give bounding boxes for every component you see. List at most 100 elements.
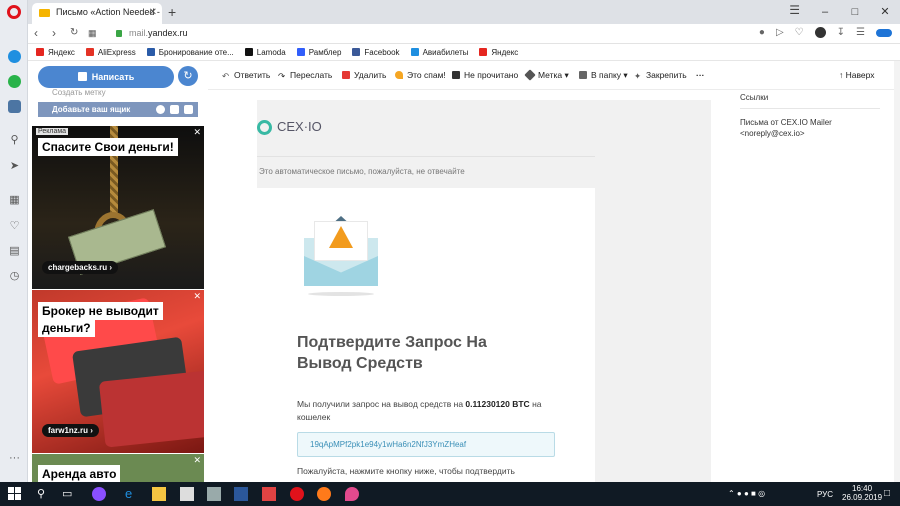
lamoda-icon [244, 48, 253, 56]
move-to-folder-button[interactable]: В папку ▾ [579, 70, 628, 81]
tab-menu-icon[interactable]: ☰ [789, 3, 800, 17]
bookmark-item[interactable]: Яндекс [36, 48, 75, 57]
wallet-address-box[interactable]: 19qApMPf2pk1e94y1wHa6n2NfJ3YmZHeaf [297, 432, 555, 457]
vpn-icon[interactable] [814, 27, 826, 38]
folder-icon [579, 71, 587, 79]
keyboard-language[interactable]: РУС [817, 490, 833, 499]
lock-icon [116, 30, 122, 37]
task-view-icon[interactable]: ▭ [62, 487, 72, 500]
search-icon[interactable]: ⚲ [37, 487, 45, 500]
tray-icons[interactable]: ⌃ ● ● ■ ◎ [728, 489, 765, 498]
close-icon[interactable]: ✕ [193, 455, 201, 466]
back-icon[interactable]: ‹ [34, 26, 38, 40]
flame-icon [395, 71, 403, 79]
close-window-icon[interactable]: ✕ [870, 0, 900, 24]
alice-icon[interactable] [92, 487, 106, 501]
camera-icon[interactable]: ● [759, 27, 765, 38]
opera-logo-icon[interactable] [7, 5, 21, 19]
reload-icon[interactable]: ↻ [70, 27, 78, 38]
create-tag-link[interactable]: Создать метку [52, 88, 106, 97]
bookmark-item[interactable]: Lamoda [244, 48, 286, 57]
notifications-icon[interactable]: □ [884, 488, 890, 499]
opera-sidebar: ⚲ ➤ ▦ ♡ ▤ ◷ ··· [0, 0, 28, 482]
url-field[interactable]: mail.yandex.ru [129, 28, 188, 38]
messenger-icon[interactable] [8, 50, 21, 63]
yandex-icon [479, 48, 488, 56]
ad-banner-broker[interactable]: ✕ Брокер не выводит деньги? farw1nz.ru › [32, 290, 204, 453]
easy-setup-icon[interactable]: ☰ [856, 27, 865, 38]
email-title: Подтвердите Запрос На Вывод Средств [297, 334, 487, 372]
send-page-icon[interactable]: ▷ [776, 27, 784, 38]
ad-headline: Аренда авто [38, 465, 121, 482]
more-actions-icon[interactable]: ··· [696, 70, 705, 80]
refresh-button[interactable]: ↻ [178, 66, 198, 86]
reply-icon: ↶ [222, 71, 230, 81]
gmail-icon[interactable] [170, 105, 179, 114]
tag-icon [524, 69, 536, 81]
maximize-icon[interactable]: □ [840, 0, 870, 24]
bookmark-item[interactable]: Авиабилеты [410, 48, 468, 57]
at-icon[interactable] [156, 105, 165, 114]
heart-icon[interactable]: ♡ [8, 220, 21, 233]
battery-toggle-icon[interactable] [876, 29, 892, 37]
card-image [98, 370, 204, 448]
maps-icon[interactable] [345, 487, 359, 501]
history-icon[interactable]: ◷ [8, 270, 21, 283]
email-content: CEX·IO Это автоматическое письмо, пожалу… [257, 100, 711, 482]
opera-taskbar-icon[interactable] [290, 487, 304, 501]
store-icon[interactable] [152, 487, 166, 501]
delete-button[interactable]: Удалить [342, 70, 386, 80]
vk-icon[interactable] [8, 100, 21, 113]
clock[interactable]: 16:40 26.09.2019 [842, 484, 882, 502]
tab-mail[interactable]: Письмо «Action Needed - ✕ [32, 3, 162, 24]
tabs-grid-icon[interactable]: ▦ [88, 28, 97, 39]
scroll-up-button[interactable]: ↑ Наверх [839, 70, 875, 80]
anydesk-icon[interactable] [262, 487, 276, 501]
new-tab-icon[interactable]: + [168, 4, 176, 20]
word-icon[interactable] [234, 487, 248, 501]
warning-envelope-icon [304, 216, 378, 296]
download-icon[interactable]: ↧ [837, 27, 845, 38]
unread-button[interactable]: Не прочитано [452, 70, 518, 80]
send-icon[interactable]: ➤ [8, 160, 21, 173]
ad-banner-chargebacks[interactable]: Реклама ✕ Спасите Свои деньги! chargebac… [32, 126, 204, 289]
bookmark-item[interactable]: Facebook [352, 48, 400, 57]
outlook-icon[interactable] [184, 105, 193, 114]
pin-button[interactable]: ✦ Закрепить [634, 70, 687, 81]
divider [740, 108, 880, 109]
compose-button[interactable]: Написать [38, 66, 174, 88]
whatsapp-icon[interactable] [8, 75, 21, 88]
add-mailbox-label: Добавьте ваш ящик [52, 105, 131, 114]
bookmark-item[interactable]: Яндекс [479, 48, 518, 57]
edge-icon[interactable]: e [125, 486, 132, 501]
close-icon[interactable]: ✕ [193, 291, 201, 302]
sender-info-link[interactable]: Письма от CEX.IO Mailer <noreply@cex.io> [740, 117, 870, 139]
news-icon[interactable]: ▤ [8, 245, 21, 258]
search-icon[interactable]: ⚲ [8, 134, 21, 147]
firefox-icon[interactable] [317, 487, 331, 501]
minimize-icon[interactable]: – [810, 0, 840, 24]
add-mailbox-bar[interactable]: Добавьте ваш ящик [38, 102, 198, 117]
label-button[interactable]: Метка ▾ [524, 69, 569, 81]
start-button[interactable] [8, 487, 22, 501]
app-icon[interactable] [207, 487, 221, 501]
app-icon[interactable] [180, 487, 194, 501]
bookmark-item[interactable]: Бронирование оте... [146, 48, 234, 57]
bookmark-item[interactable]: Рамблер [296, 48, 341, 57]
spam-button[interactable]: Это спам! [395, 70, 446, 80]
scrollbar[interactable] [894, 61, 900, 482]
close-icon[interactable]: ✕ [193, 127, 201, 138]
close-tab-icon[interactable]: ✕ [149, 7, 157, 18]
pencil-icon [77, 72, 87, 81]
speed-dial-icon[interactable]: ▦ [8, 194, 21, 207]
bookmark-heart-icon[interactable]: ♡ [795, 27, 804, 38]
forward-button[interactable]: ↷ Переслать [278, 70, 332, 81]
ad-banner-car-rental[interactable]: ✕ Аренда авто [32, 454, 204, 482]
email-paragraph: Мы получили запрос на вывод средств на 0… [297, 399, 542, 422]
forward-icon[interactable]: › [52, 26, 56, 40]
ad-link[interactable]: farw1nz.ru › [42, 424, 99, 437]
bookmark-item[interactable]: AliExpress [85, 48, 136, 57]
reply-button[interactable]: ↶ Ответить [222, 70, 270, 81]
more-icon[interactable]: ··· [8, 452, 21, 465]
ad-link[interactable]: chargebacks.ru › [42, 261, 119, 274]
